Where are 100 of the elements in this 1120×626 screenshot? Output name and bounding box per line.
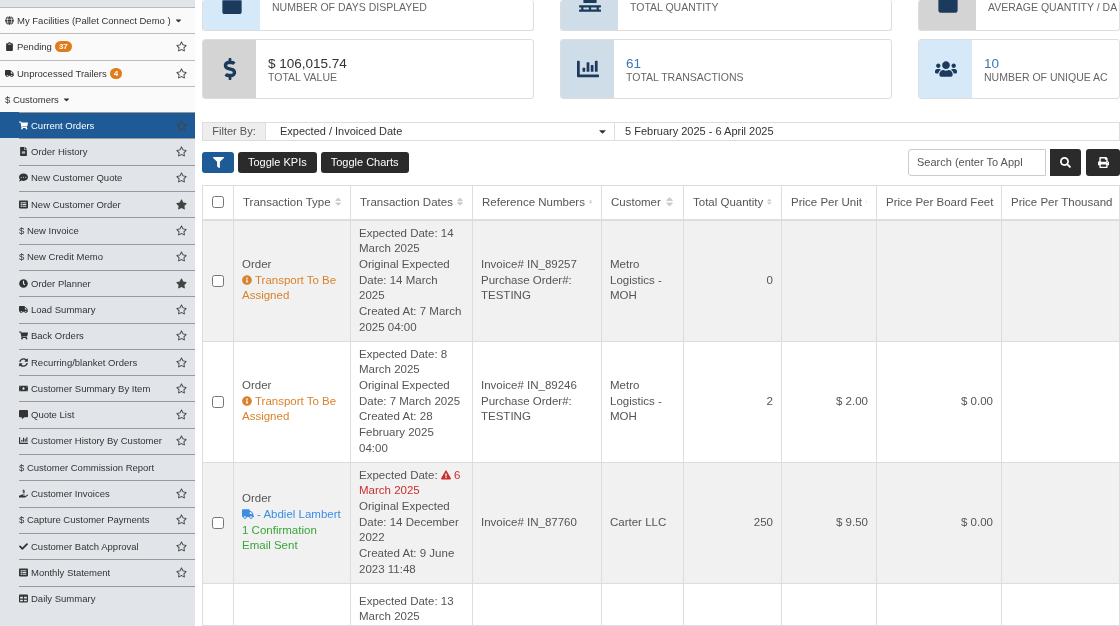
toggle-button[interactable]: Toggle Charts (320, 151, 409, 173)
star-icon[interactable] (176, 540, 187, 552)
count-badge: 37 (54, 41, 72, 53)
customer-name: Metro Logistics - MOH (610, 378, 663, 425)
date-text: Original Expected Date: 14 December 2022 (359, 499, 460, 546)
star-icon[interactable] (176, 382, 187, 394)
sidebar-item[interactable]: Unprocessed Trailers 4 (0, 59, 195, 86)
star-icon[interactable] (176, 435, 187, 447)
kpi-label: AVERAGE QUANTITY / DA (988, 1, 1118, 13)
search-field[interactable]: Search (enter To Appl (908, 148, 1046, 176)
print-icon (1097, 156, 1109, 168)
transaction-type: Order (242, 378, 272, 394)
comment-icon (19, 410, 28, 420)
star-icon[interactable] (176, 41, 187, 53)
star-icon[interactable] (176, 251, 187, 263)
list-icon (19, 567, 28, 577)
globe-icon (5, 16, 14, 26)
filter-icon (212, 156, 224, 168)
star-icon[interactable] (176, 225, 187, 236)
status-text: Transport To Be Assigned (242, 272, 338, 304)
reference-text: Purchase Order#: TESTING (481, 272, 573, 304)
row-checkbox[interactable] (212, 274, 224, 287)
reference-text: Invoice# IN_87760 (481, 514, 577, 530)
price-value: $ 0.00 (961, 514, 993, 530)
star-icon[interactable] (176, 303, 187, 315)
sync-icon (19, 357, 28, 367)
date-text: Expected Date: 6 March 2025 (359, 467, 462, 499)
sort-icon (456, 196, 463, 208)
date-text: Expected Date: 13 March 2025 (359, 593, 455, 625)
kpi-label: TOTAL QUANTITY (630, 1, 719, 13)
reference-text: Invoice# IN_89246 (481, 378, 577, 394)
customer-name: Metro Logistics - MOH (610, 257, 663, 304)
reference-text: Invoice# IN_89257 (481, 257, 577, 273)
date-text: Created At: 9 June 2023 11:48 (359, 546, 456, 577)
info-icon (242, 395, 252, 406)
star-icon[interactable] (176, 67, 187, 79)
info-icon (242, 274, 252, 285)
clipboard-icon (5, 42, 14, 52)
search-icon (1060, 156, 1071, 168)
transaction-type: Order (242, 491, 272, 507)
star-icon[interactable] (176, 277, 187, 289)
price-value: $ 0.00 (961, 393, 993, 409)
clock-icon (19, 278, 28, 288)
date-text: Expected Date: 8 March 2025 (359, 346, 449, 378)
cart-icon (19, 331, 28, 341)
star-icon[interactable] (176, 330, 187, 342)
people-icon (934, 58, 957, 80)
sort-icon (664, 196, 674, 208)
select-all-checkbox[interactable] (212, 196, 224, 209)
row-checkbox[interactable] (212, 516, 224, 529)
quantity-value: 2 (766, 393, 773, 409)
print-button[interactable] (1086, 148, 1120, 176)
star-icon[interactable] (176, 488, 187, 499)
date-text: Created At: 7 March 2025 04:00 (359, 304, 463, 335)
star-icon[interactable] (176, 198, 187, 210)
star-icon[interactable] (176, 119, 187, 131)
cart-icon (19, 120, 28, 130)
kpi-label: TOTAL VALUE (268, 70, 339, 83)
checkmark-icon (19, 541, 28, 551)
bar-chart-icon (576, 58, 599, 80)
row-checkbox[interactable] (212, 395, 224, 408)
sidebar-item[interactable]: $ Customers (0, 85, 195, 113)
truck-icon (19, 304, 28, 314)
sort-icon (767, 196, 772, 208)
price-value: $ 2.00 (836, 393, 868, 409)
sidebar-item[interactable]: Current Orders (0, 112, 195, 139)
hand-coin-icon (19, 489, 28, 498)
kpi-label: NUMBER OF UNIQUE AC (984, 70, 1108, 83)
star-icon[interactable] (176, 409, 187, 421)
toggle-button[interactable]: Toggle KPIs (238, 151, 317, 173)
date-text: Expected Date: 14 March 2025 (359, 225, 455, 257)
status-text: 1 Confirmation Email Sent (242, 522, 318, 554)
star-icon[interactable] (176, 172, 187, 184)
kpi-value: 10 (984, 55, 1001, 71)
sidebar-item[interactable]: My Facilities (Pallet Connect Demo ) (0, 7, 195, 34)
transaction-type: Order (242, 257, 272, 273)
star-icon[interactable] (176, 146, 187, 158)
money-icon (19, 383, 28, 393)
customer-name: Carter LLC (610, 514, 667, 530)
sort-icon (334, 196, 341, 208)
filter-button[interactable] (202, 151, 234, 173)
price-value: $ 9.50 (836, 514, 868, 530)
date-text: Created At: 28 February 2025 04:00 (359, 409, 435, 456)
warning-icon (440, 469, 451, 480)
sidebar-item[interactable]: Pending 37 (0, 33, 195, 60)
document-icon (19, 147, 28, 157)
speech-bubble-icon (19, 173, 28, 183)
quantity-value: 0 (766, 272, 773, 288)
kpi-label: TOTAL TRANSACTIONS (626, 70, 744, 83)
star-icon[interactable] (176, 566, 187, 578)
count-badge: 4 (109, 67, 123, 79)
kpi-value: 61 (626, 55, 643, 71)
bar-chart-icon (19, 436, 28, 446)
date-text: Original Expected Date: 14 March 2025 (359, 257, 451, 304)
search-button[interactable] (1050, 148, 1081, 176)
truck-icon (5, 68, 14, 78)
star-icon[interactable] (176, 514, 187, 526)
truck-icon (242, 507, 254, 520)
star-icon[interactable] (176, 356, 187, 368)
list-icon (19, 199, 28, 209)
